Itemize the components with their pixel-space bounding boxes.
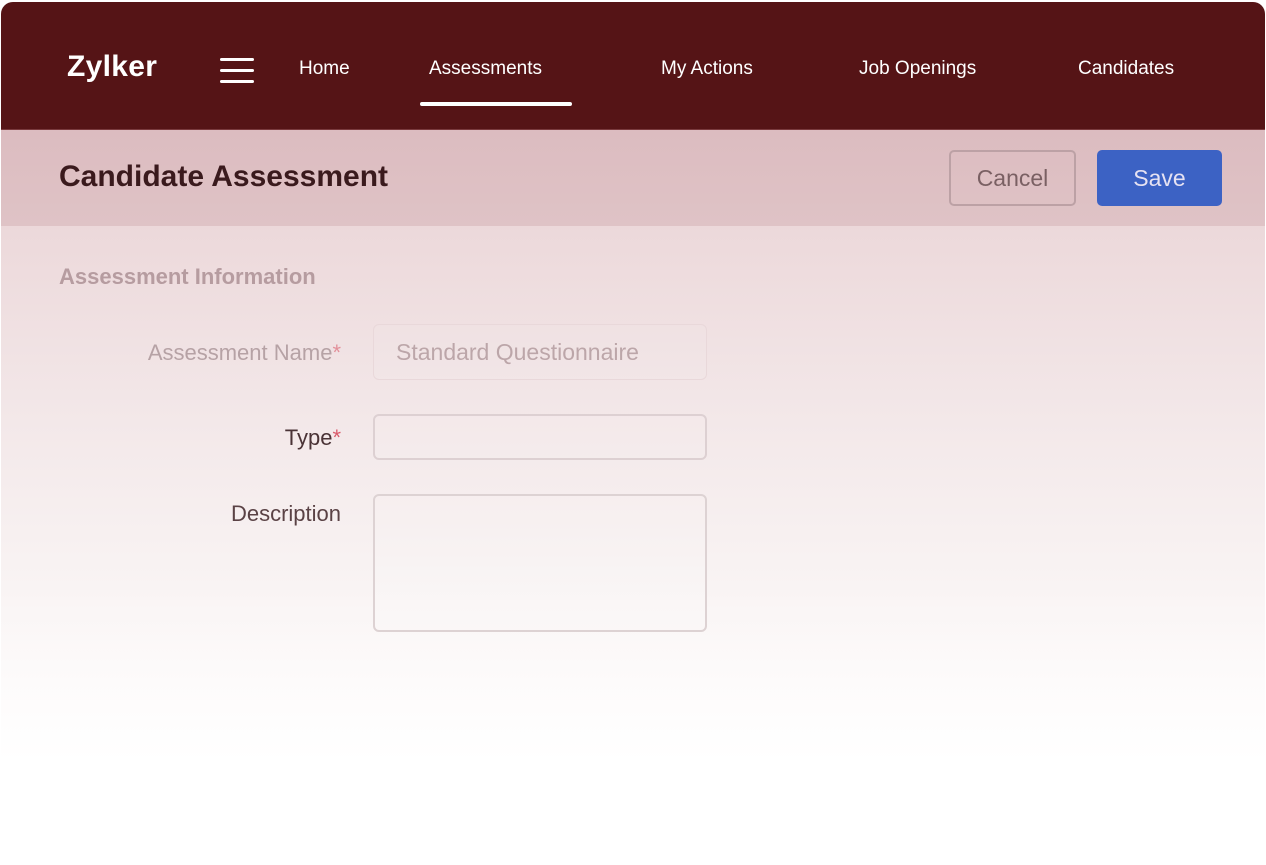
assessment-name-label: Assessment Name*: [81, 340, 341, 366]
nav-item-home[interactable]: Home: [299, 58, 350, 80]
active-tab-indicator: [420, 102, 572, 106]
logo: Zylker: [67, 50, 158, 83]
assessment-name-value: Standard Questionnaire: [396, 338, 639, 365]
page-title: Candidate Assessment: [59, 160, 389, 193]
section-title: Assessment Information: [59, 264, 316, 289]
page-header: Candidate Assessment Cancel Save: [1, 130, 1265, 226]
top-navbar: Zylker Home Assessments My Actions Job O…: [1, 2, 1265, 130]
assessment-name-label-text: Assessment Name: [147, 340, 333, 365]
required-asterisk: *: [332, 425, 341, 450]
type-input[interactable]: [373, 414, 707, 460]
cancel-button[interactable]: Cancel: [949, 150, 1076, 206]
nav-item-assessments[interactable]: Assessments: [429, 58, 542, 80]
description-label-text: Description: [230, 501, 341, 526]
description-textarea[interactable]: [373, 494, 707, 632]
description-label: Description: [81, 501, 341, 527]
type-label: Type*: [81, 425, 341, 451]
nav-item-job-openings[interactable]: Job Openings: [859, 58, 976, 80]
required-asterisk: *: [332, 340, 341, 365]
app-window: Zylker Home Assessments My Actions Job O…: [1, 2, 1265, 762]
nav-item-my-actions[interactable]: My Actions: [661, 58, 753, 80]
nav-item-candidates[interactable]: Candidates: [1078, 58, 1174, 80]
save-button[interactable]: Save: [1097, 150, 1222, 206]
hamburger-menu-icon[interactable]: [220, 58, 254, 84]
type-label-text: Type: [284, 425, 333, 450]
assessment-name-input[interactable]: Standard Questionnaire: [373, 324, 707, 380]
